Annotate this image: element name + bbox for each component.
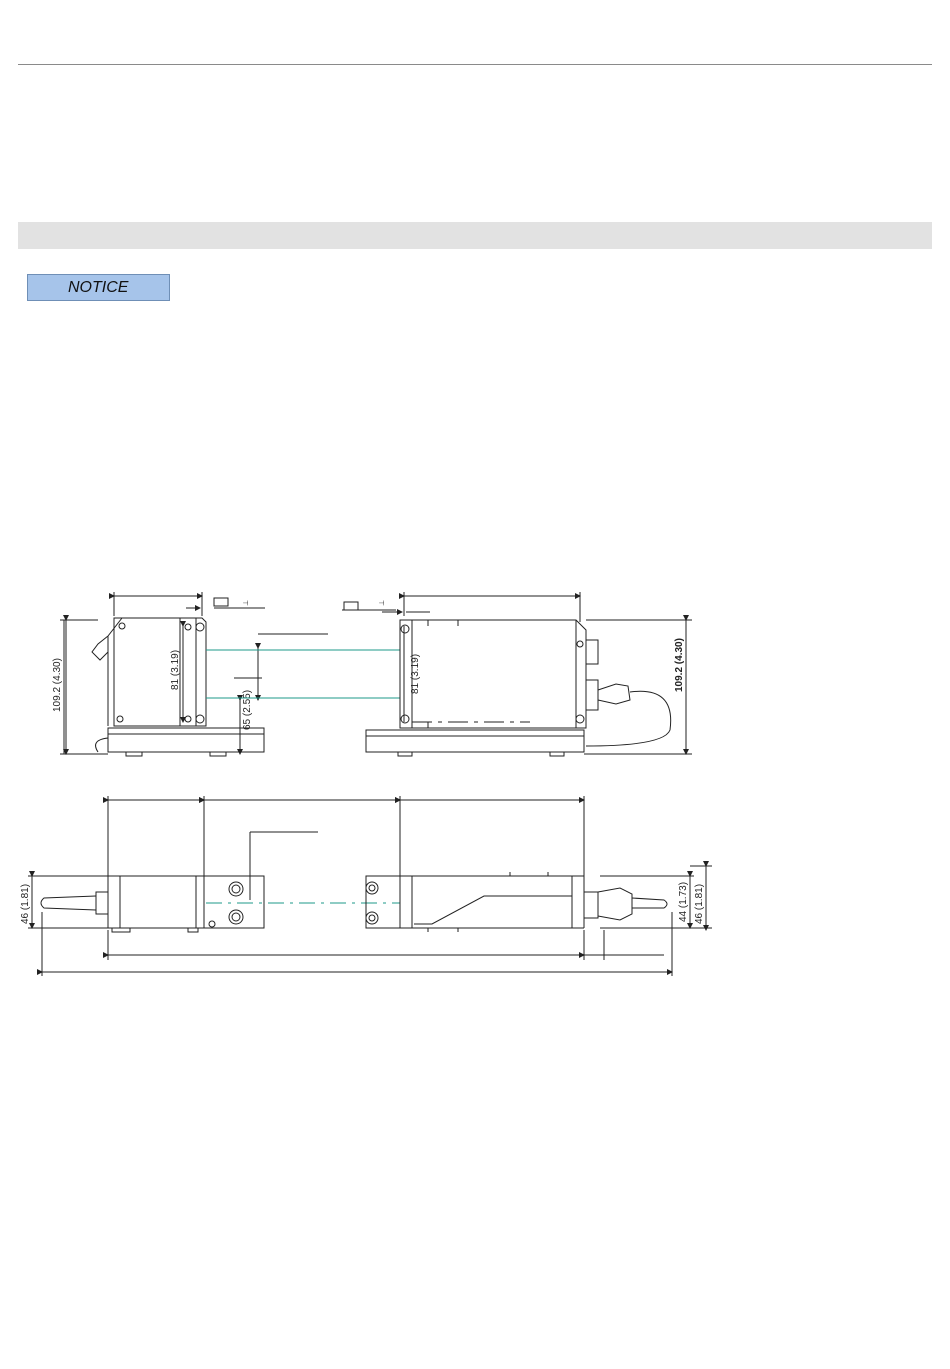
dim-left-height: 109.2 (4.30) <box>52 658 63 712</box>
left-side-view: ⊥ <box>60 592 328 757</box>
dim-right-height: 109.2 (4.30) <box>674 638 685 692</box>
svg-text:⊥: ⊥ <box>379 600 386 606</box>
light-beams <box>206 649 400 904</box>
right-side-view: ⊥ <box>342 592 692 757</box>
dim-bottom-left-height: 46 (1.81) <box>20 884 31 924</box>
dim-left-inner: 81 (3.19) <box>170 650 181 690</box>
svg-text:⊥: ⊥ <box>243 600 250 606</box>
dim-bottom-right-height: 46 (1.81) <box>694 884 705 924</box>
top-view <box>28 796 712 976</box>
dim-left-offset: 65 (2.55) <box>242 690 253 730</box>
dim-right-inner: 81 (3.19) <box>410 654 421 694</box>
dimension-drawing: ⊥ 109.2 (4.30) 81 (3.19) 65 (2.55) ⊥ 81 … <box>20 592 712 976</box>
dim-bottom-right-inner: 44 (1.73) <box>678 882 689 922</box>
